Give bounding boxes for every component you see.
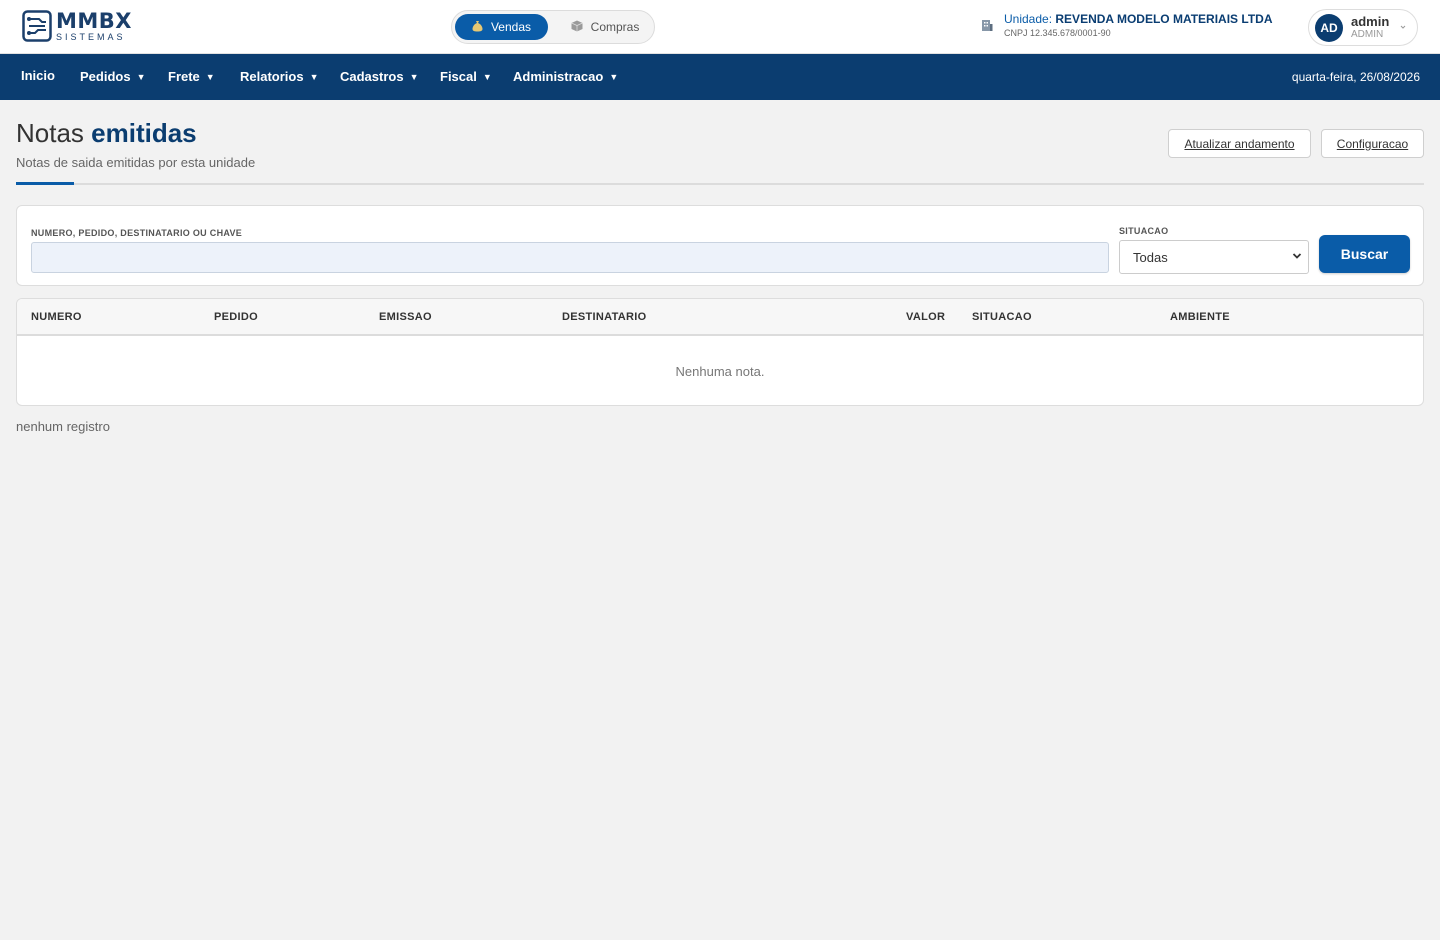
status-select-value: Todas xyxy=(1133,249,1168,265)
empty-state-message: Nenhuma nota. xyxy=(675,364,765,379)
column-header-destinatario[interactable]: DESTINATARIO xyxy=(562,311,646,323)
nav-item-pedidos[interactable]: Pedidos ▼ xyxy=(80,69,146,84)
column-header-pedido[interactable]: PEDIDO xyxy=(214,311,258,323)
current-unit: Unidade: REVENDA MODELO MATERIAIS LTDA C… xyxy=(981,12,1273,38)
circuit-logo-icon xyxy=(22,10,52,42)
column-header-situacao[interactable]: SITUACAO xyxy=(972,311,1032,323)
status-select[interactable]: Todas xyxy=(1119,240,1309,274)
nav-item-administracao[interactable]: Administracao ▼ xyxy=(513,69,618,84)
user-menu-button[interactable]: AD admin ADMIN xyxy=(1308,9,1418,46)
filter-panel: NUMERO, PEDIDO, DESTINATARIO OU CHAVE SI… xyxy=(16,205,1424,286)
money-bag-icon xyxy=(472,20,483,35)
column-header-ambiente[interactable]: AMBIENTE xyxy=(1170,311,1230,323)
column-header-emissao[interactable]: EMISSAO xyxy=(379,311,432,323)
header-divider-accent xyxy=(16,182,74,185)
caret-down-icon: ▼ xyxy=(482,72,492,82)
table-header: NUMERO PEDIDO EMISSAO DESTINATARIO VALOR… xyxy=(17,299,1423,336)
column-header-numero[interactable]: NUMERO xyxy=(31,311,82,323)
mode-compras-button[interactable]: Compras xyxy=(558,14,652,40)
main-navbar: Inicio Pedidos ▼ Frete ▼ Relatorios ▼ Cadas… xyxy=(0,54,1440,100)
top-header: MMBX SISTEMAS Vendas Compras Unidade: RE… xyxy=(0,0,1440,54)
nav-item-label: Relatorios xyxy=(240,69,304,84)
chevron-down-icon xyxy=(1400,22,1406,32)
brand-tagline: SISTEMAS xyxy=(56,31,126,42)
configuration-button[interactable]: Configuracao xyxy=(1321,129,1424,158)
avatar: AD xyxy=(1315,14,1343,42)
status-label: SITUACAO xyxy=(1119,226,1169,236)
unit-name: REVENDA MODELO MATERIAIS LTDA xyxy=(1055,12,1273,26)
caret-down-icon: ▼ xyxy=(136,72,146,82)
nav-item-label: Fiscal xyxy=(440,69,477,84)
nav-item-cadastros[interactable]: Cadastros ▼ xyxy=(340,69,419,84)
unit-prefix: Unidade: xyxy=(1004,12,1053,26)
search-label: NUMERO, PEDIDO, DESTINATARIO OU CHAVE xyxy=(31,228,243,238)
mode-switch: Vendas Compras xyxy=(451,10,655,44)
caret-down-icon: ▼ xyxy=(309,72,319,82)
nav-item-label: Pedidos xyxy=(80,69,131,84)
caret-down-icon: ▼ xyxy=(609,72,619,82)
nav-item-label: Inicio xyxy=(21,68,55,83)
page-title: Notas emitidas xyxy=(16,118,197,149)
search-button[interactable]: Buscar xyxy=(1319,235,1410,273)
nav-item-label: Frete xyxy=(168,69,200,84)
record-count: nenhum registro xyxy=(16,419,110,434)
page-subtitle: Notas de saida emitidas por esta unidade xyxy=(16,155,256,170)
column-header-valor[interactable]: VALOR xyxy=(906,311,945,323)
nav-item-fiscal[interactable]: Fiscal ▼ xyxy=(440,69,492,84)
unit-cnpj: CNPJ 12.345.678/0001-90 xyxy=(1004,28,1111,38)
chevron-down-icon xyxy=(1292,253,1302,259)
box-icon xyxy=(570,20,583,35)
brand-name: MMBX xyxy=(56,8,132,33)
brand-logo[interactable]: MMBX SISTEMAS xyxy=(22,10,132,42)
caret-down-icon: ▼ xyxy=(409,72,419,82)
page-title-bold: emitidas xyxy=(91,118,197,148)
building-icon xyxy=(981,19,995,33)
search-input[interactable] xyxy=(31,242,1109,273)
mode-vendas-button[interactable]: Vendas xyxy=(455,14,548,40)
mode-vendas-label: Vendas xyxy=(490,20,532,34)
nav-item-label: Cadastros xyxy=(340,69,404,84)
notes-table: NUMERO PEDIDO EMISSAO DESTINATARIO VALOR… xyxy=(16,298,1424,406)
user-role: ADMIN xyxy=(1351,29,1384,40)
mode-compras-label: Compras xyxy=(590,20,640,34)
nav-item-relatorios[interactable]: Relatorios ▼ xyxy=(240,69,319,84)
page-title-light: Notas xyxy=(16,118,84,148)
header-divider xyxy=(16,183,1424,185)
current-date: quarta-feira, 26/08/2026 xyxy=(1291,70,1420,84)
nav-item-frete[interactable]: Frete ▼ xyxy=(168,69,215,84)
refresh-status-button[interactable]: Atualizar andamento xyxy=(1168,129,1311,158)
caret-down-icon: ▼ xyxy=(205,72,215,82)
nav-item-label: Administracao xyxy=(513,69,604,84)
user-name: admin xyxy=(1351,14,1390,29)
nav-item-inicio[interactable]: Inicio xyxy=(21,68,55,83)
